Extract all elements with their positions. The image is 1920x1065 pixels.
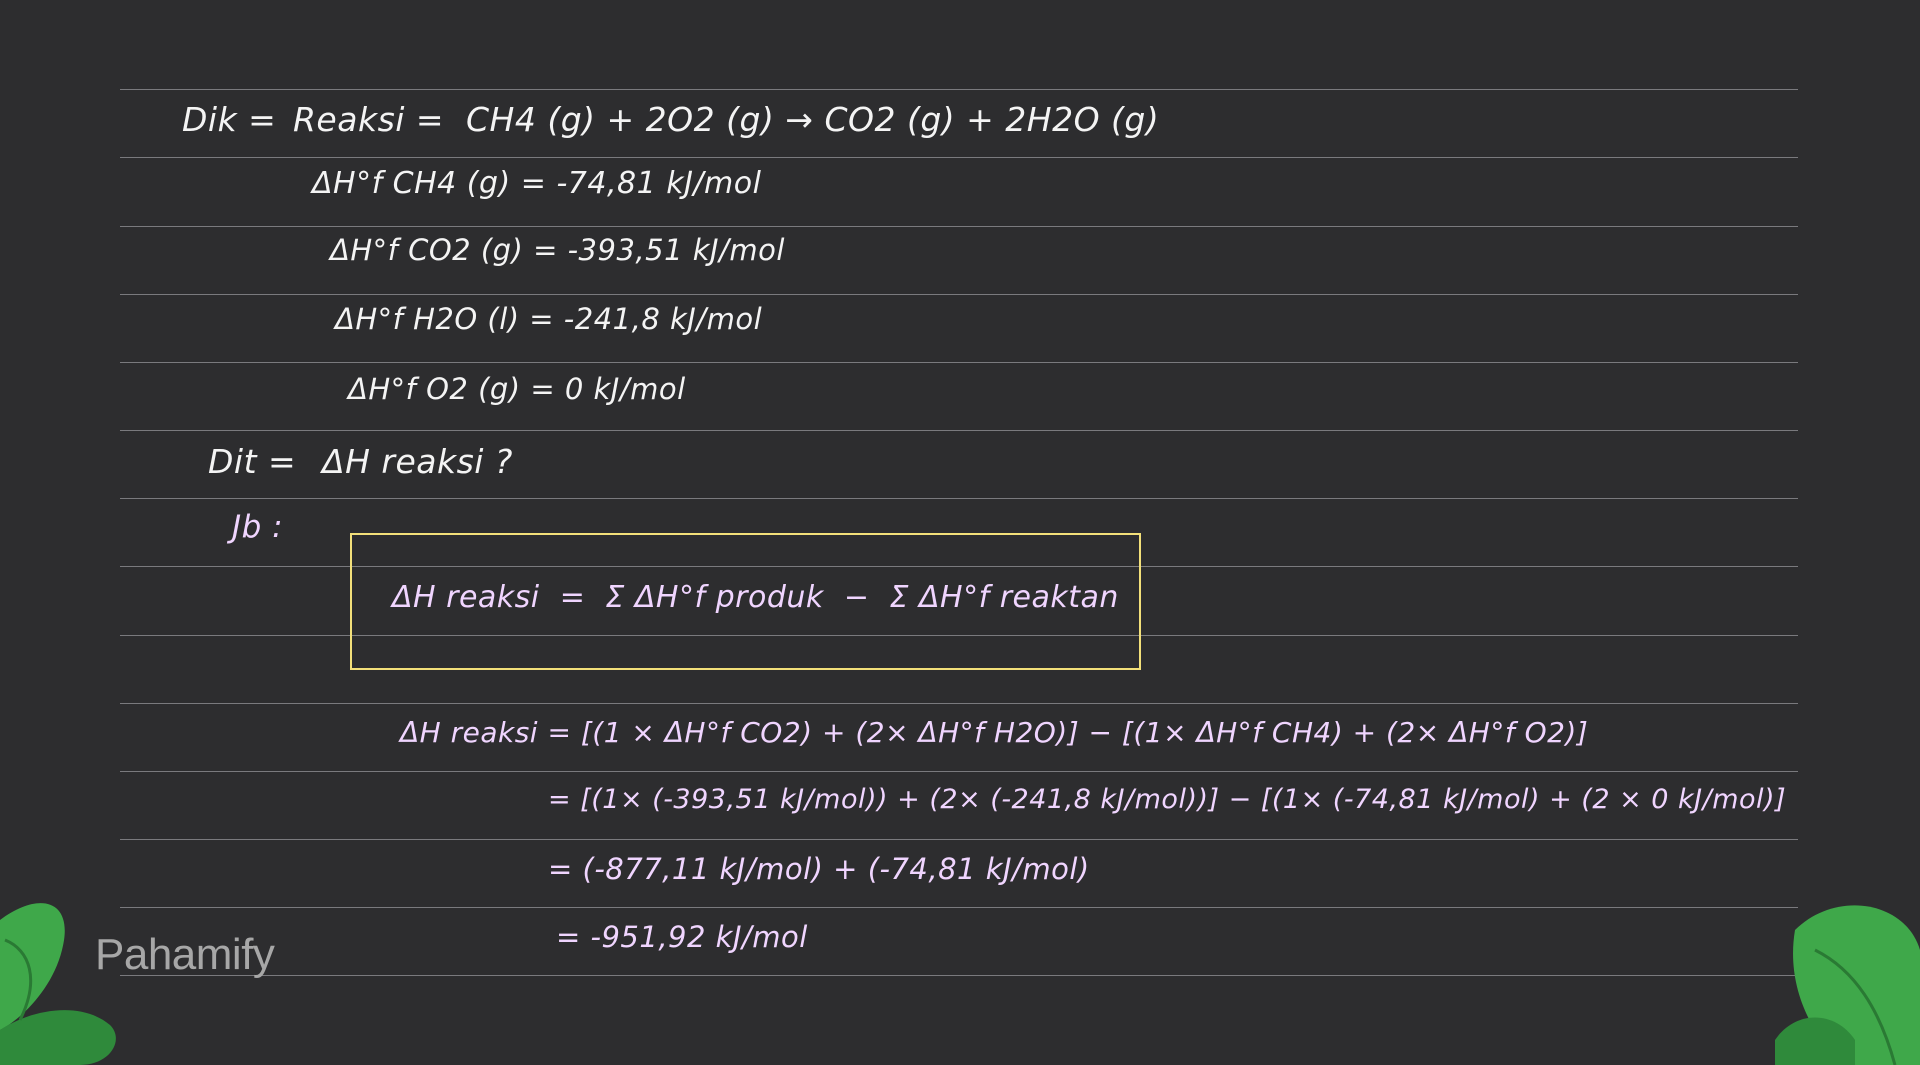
ruled-line (120, 89, 1798, 90)
pahamify-logo: Pahamify (95, 930, 275, 979)
formula-text: ΔH reaksi = Σ ΔH°f produk − Σ ΔH°f reakt… (392, 580, 1119, 615)
asked-label: Dit = (208, 442, 297, 481)
ruled-line (120, 703, 1798, 704)
given-label: Dik = (182, 100, 277, 139)
dhf-ch4: ΔH°f CH4 (g) = -74,81 kJ/mol (312, 166, 762, 201)
ruled-line (120, 839, 1798, 840)
ruled-line (120, 362, 1798, 363)
ruled-line (120, 975, 1798, 976)
reaction-label: Reaksi = (293, 100, 445, 139)
leaf-right-icon (1775, 905, 1920, 1065)
ruled-line (120, 157, 1798, 158)
ruled-line (120, 907, 1798, 908)
dhf-co2: ΔH°f CO2 (g) = -393,51 kJ/mol (330, 233, 785, 267)
whiteboard-canvas: Dik = Reaksi = CH4 (g) + 2O2 (g) → CO2 (… (0, 0, 1920, 1065)
reaction-equation: CH4 (g) + 2O2 (g) → CO2 (g) + 2H2O (g) (466, 100, 1160, 139)
ruled-line (120, 226, 1798, 227)
answer-label: Jb : (232, 509, 284, 545)
calc-step-2: = [(1× (-393,51 kJ/mol)) + (2× (-241,8 k… (548, 784, 1787, 815)
ruled-line (120, 430, 1798, 431)
calc-step-3: = (-877,11 kJ/mol) + (-74,81 kJ/mol) (548, 852, 1090, 886)
ruled-line (120, 498, 1798, 499)
dhf-o2: ΔH°f O2 (g) = 0 kJ/mol (348, 372, 686, 406)
calc-step-1: ΔH reaksi = [(1 × ΔH°f CO2) + (2× ΔH°f H… (400, 716, 1589, 749)
dhf-h2o: ΔH°f H2O (l) = -241,8 kJ/mol (335, 302, 763, 336)
asked-question: ΔH reaksi ? (322, 442, 513, 481)
calc-result: = -951,92 kJ/mol (556, 920, 808, 954)
ruled-line (120, 294, 1798, 295)
ruled-line (120, 771, 1798, 772)
